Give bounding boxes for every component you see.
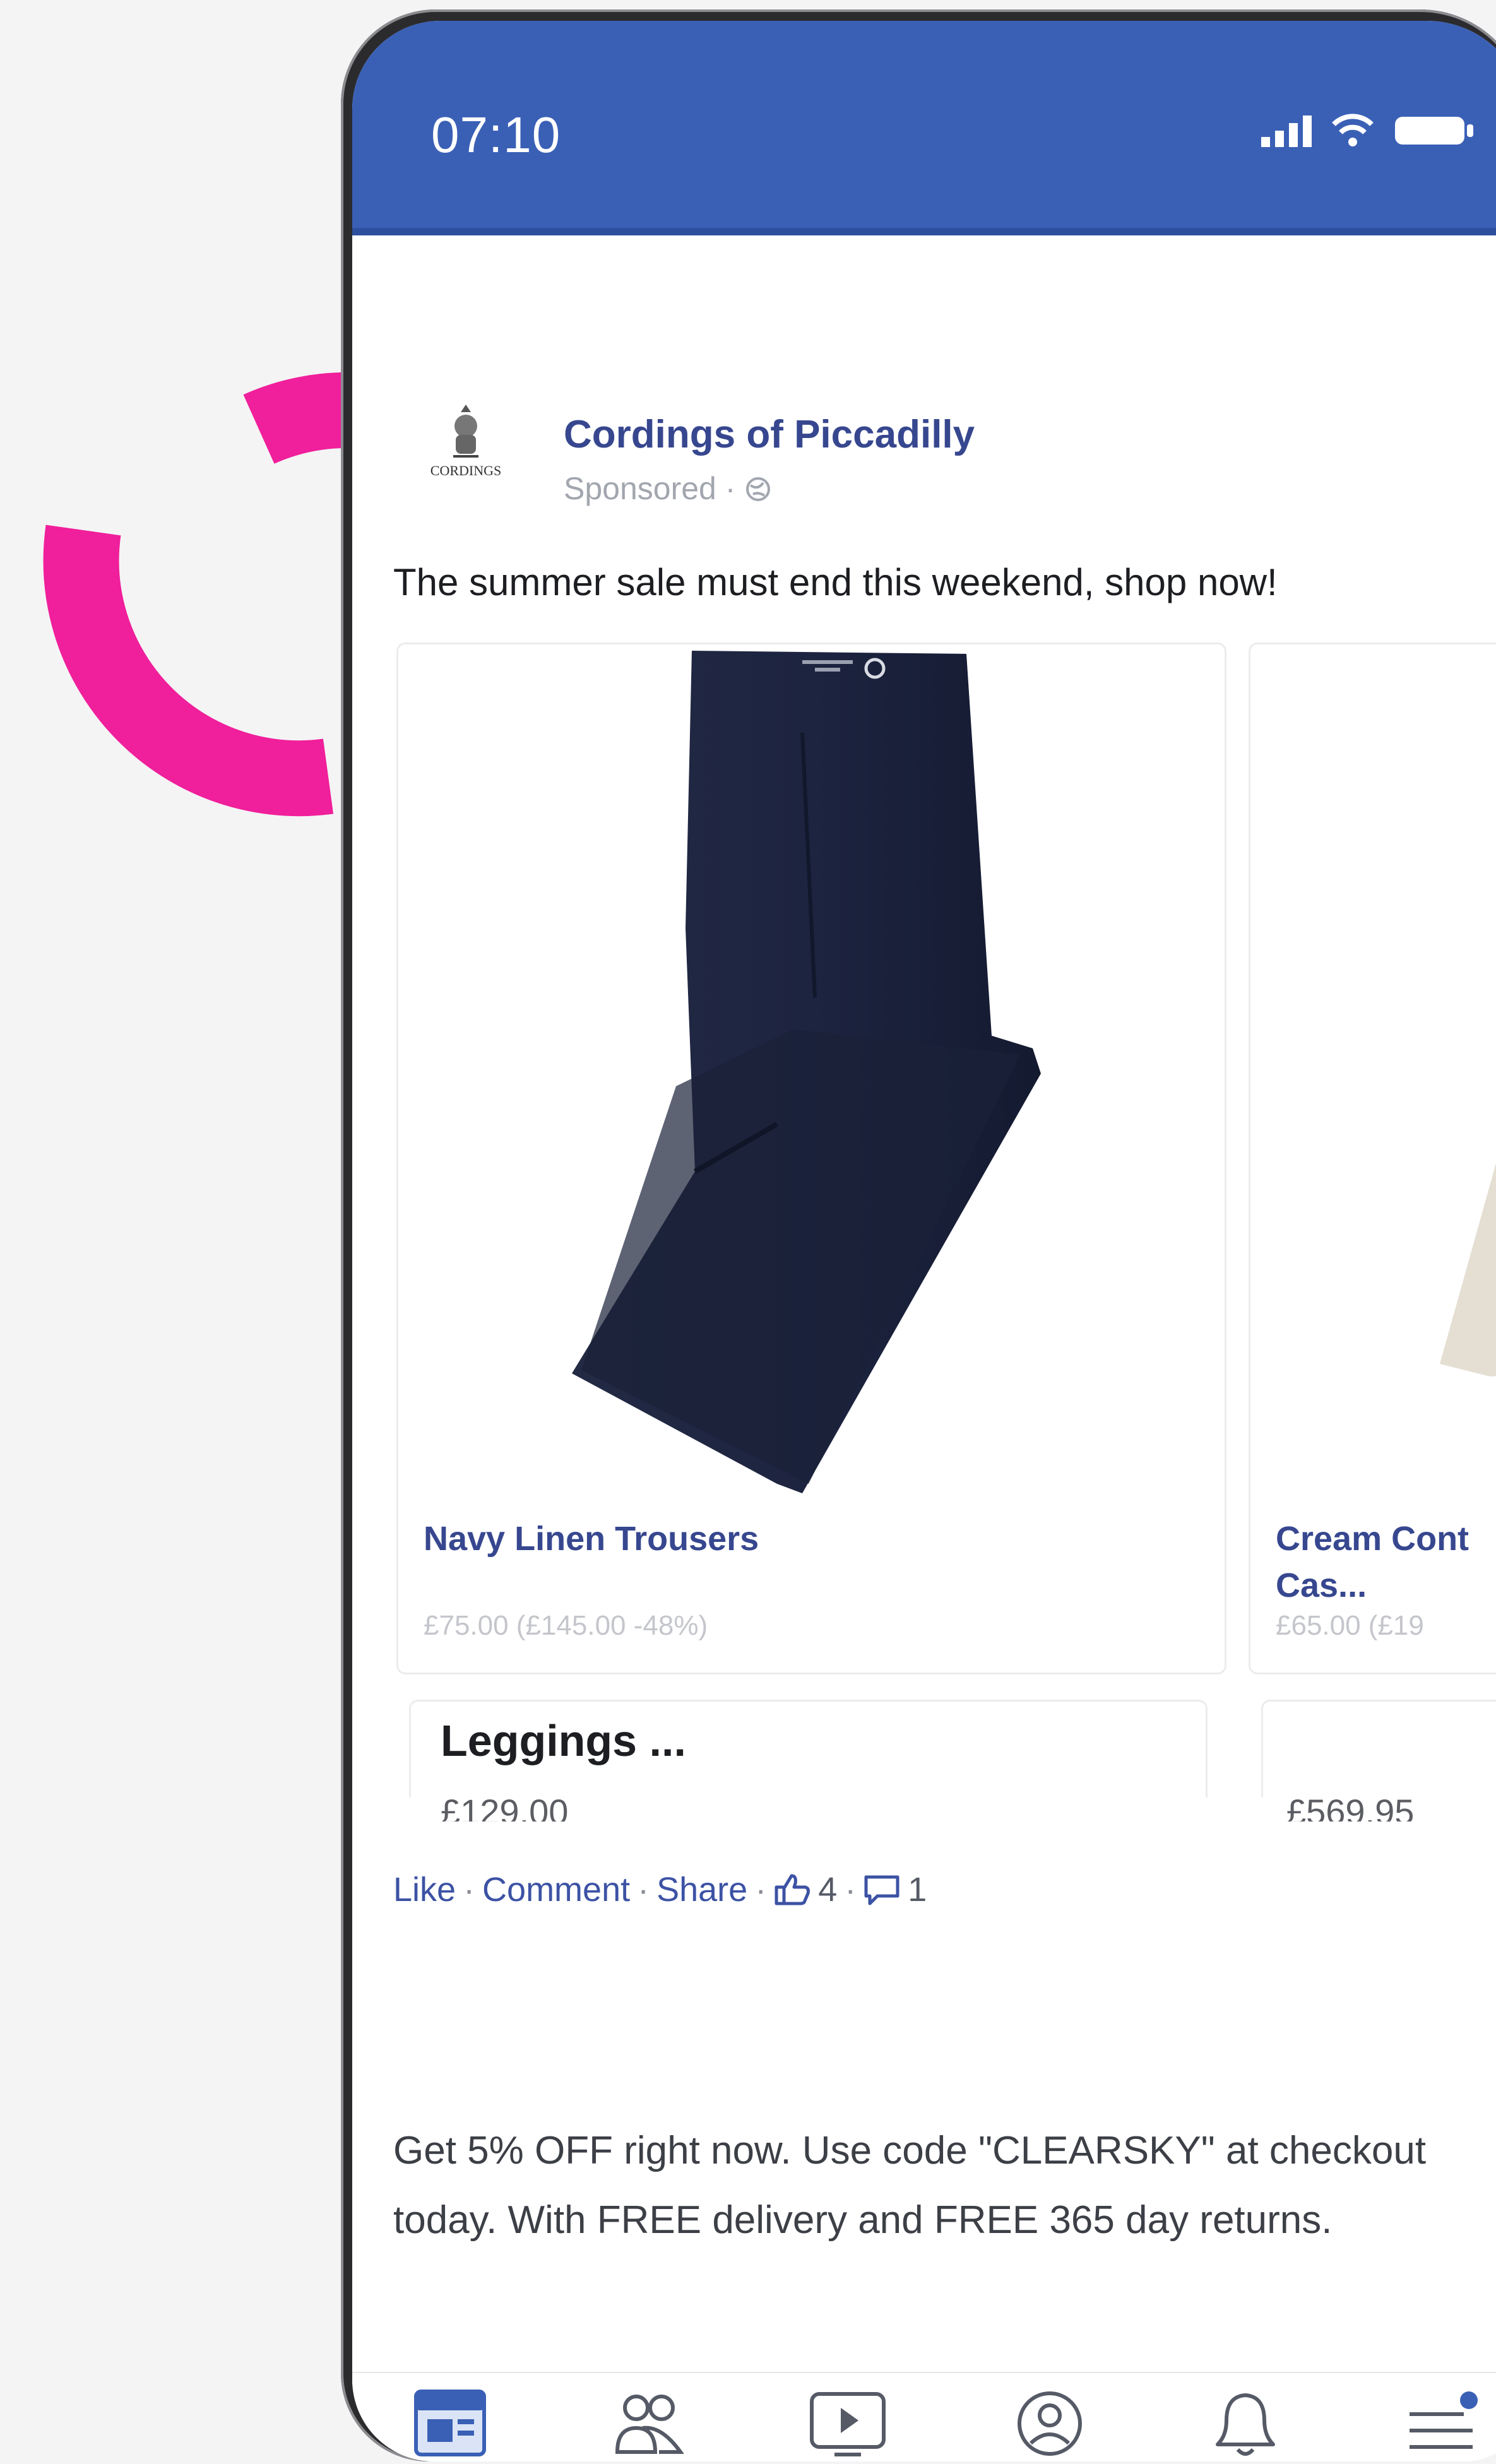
product-price: £129.00 — [441, 1792, 569, 1821]
share-link[interactable]: Share — [656, 1870, 747, 1909]
nav-menu[interactable] — [1400, 2386, 1482, 2461]
product-card-lower[interactable] — [1261, 1700, 1496, 1798]
trousers-image — [572, 651, 1041, 1493]
decorative-arc — [43, 372, 353, 817]
product-price: £569.95 — [1286, 1792, 1415, 1821]
nav-watch[interactable] — [807, 2386, 889, 2461]
comments-count[interactable]: 1 — [908, 1870, 927, 1909]
comment-icon — [864, 1875, 899, 1905]
separator: · — [463, 1871, 475, 1909]
globe-icon — [746, 477, 771, 501]
post-caption: The summer sale must end this weekend, s… — [393, 561, 1278, 603]
phone-frame: 07:10 CORDINGS Cordings of Piccadilly Sp… — [341, 9, 1496, 2461]
likes-count[interactable]: 4 — [818, 1870, 837, 1909]
friends-icon — [615, 2395, 684, 2454]
news-feed-icon — [414, 2390, 486, 2456]
sponsored-label: Sponsored · — [564, 470, 772, 507]
product-name[interactable]: Cream Cont Cas... — [1276, 1515, 1496, 1609]
status-bar: 07:10 — [352, 21, 1496, 235]
cream-jacket-image — [1440, 1163, 1496, 1377]
signal-icon — [1261, 116, 1312, 147]
battery-icon — [1395, 117, 1473, 145]
nav-friends[interactable] — [608, 2386, 690, 2461]
nav-news-feed[interactable] — [409, 2386, 491, 2461]
thumbs-up-icon — [775, 1874, 810, 1905]
crest-icon — [453, 405, 478, 458]
product-title: Leggings ... — [441, 1716, 686, 1765]
comment-link[interactable]: Comment — [482, 1870, 630, 1909]
menu-icon — [1410, 2391, 1478, 2449]
like-link[interactable]: Like — [393, 1870, 456, 1909]
product-card[interactable]: Cream Cont Cas... £65.00 (£19 — [1249, 643, 1496, 1674]
bottom-nav — [352, 2372, 1496, 2461]
separator: · — [755, 1871, 767, 1909]
nav-notifications[interactable] — [1204, 2386, 1286, 2461]
sponsored-text: Sponsored · — [564, 471, 745, 506]
profile-icon — [1018, 2391, 1082, 2456]
wifi-icon — [1332, 114, 1374, 146]
nav-profile[interactable] — [1009, 2386, 1091, 2461]
brand-logo[interactable]: CORDINGS — [403, 393, 529, 488]
notifications-icon — [1216, 2393, 1275, 2456]
product-price: £75.00 (£145.00 -48%) — [424, 1610, 708, 1641]
clock: 07:10 — [431, 107, 561, 163]
product-price: £65.00 (£19 — [1276, 1610, 1424, 1641]
separator: · — [845, 1871, 857, 1909]
promo-text: Get 5% OFF right now. Use code "CLEARSKY… — [393, 2129, 1427, 2242]
product-name[interactable]: Navy Linen Trousers — [424, 1515, 1181, 1562]
watch-icon — [810, 2392, 886, 2456]
product-card[interactable]: Navy Linen Trousers £75.00 (£145.00 -48%… — [396, 643, 1226, 1674]
page-name-link[interactable]: Cordings of Piccadilly — [564, 412, 975, 457]
phone-screen: 07:10 CORDINGS Cordings of Piccadilly Sp… — [352, 21, 1496, 2461]
post-actions: Like · Comment · Share · 4 · 1 — [393, 1870, 927, 1909]
separator: · — [638, 1871, 650, 1909]
logo-text: CORDINGS — [430, 463, 502, 478]
